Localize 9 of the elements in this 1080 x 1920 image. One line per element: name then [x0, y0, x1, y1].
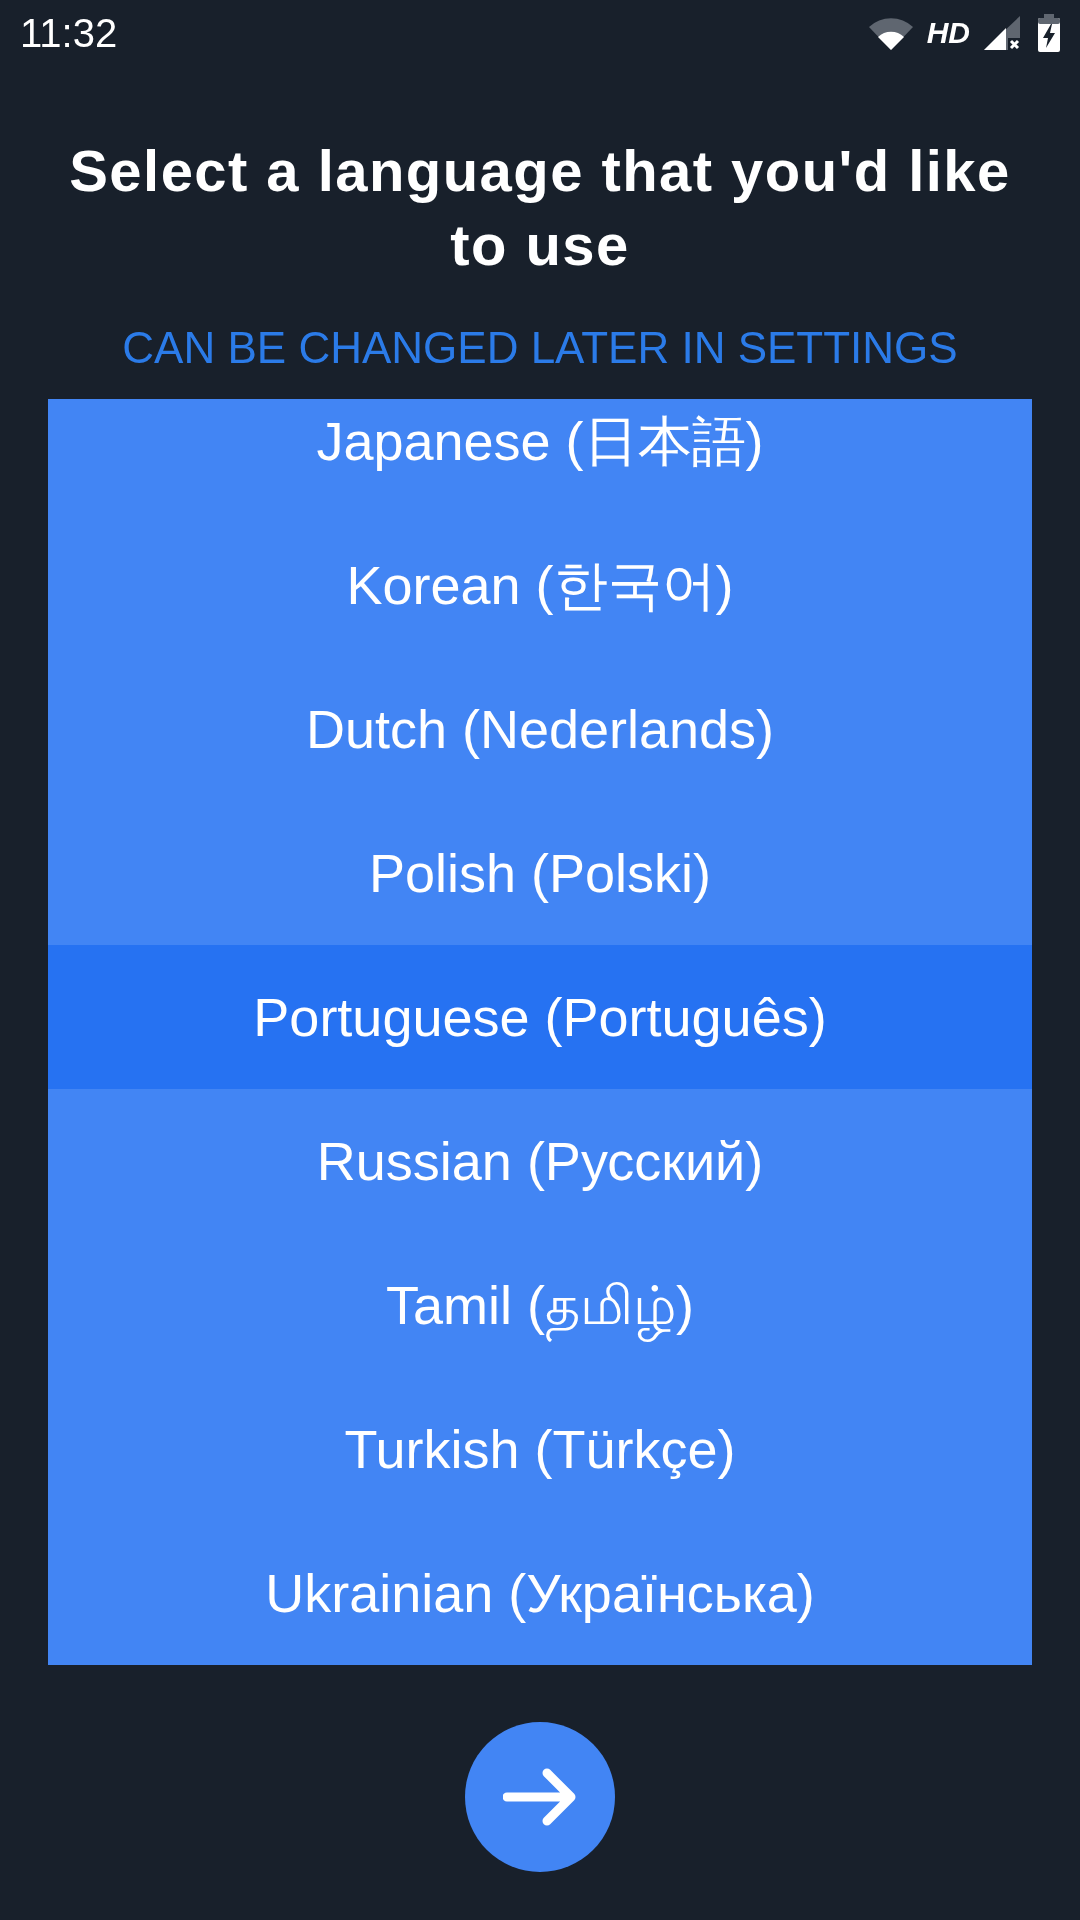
- page-title: Select a language that you'd like to use: [68, 137, 1012, 279]
- status-time: 11:32: [20, 13, 118, 53]
- network-type-label: HD: [926, 18, 970, 48]
- battery-charging-icon: [1038, 14, 1060, 52]
- language-option[interactable]: Portuguese (Português): [48, 945, 1032, 1089]
- signal-icon: [984, 16, 1020, 50]
- arrow-right-icon: [503, 1767, 577, 1827]
- page-subtitle: CAN BE CHANGED LATER IN SETTINGS: [122, 323, 958, 373]
- wifi-icon: [868, 16, 913, 50]
